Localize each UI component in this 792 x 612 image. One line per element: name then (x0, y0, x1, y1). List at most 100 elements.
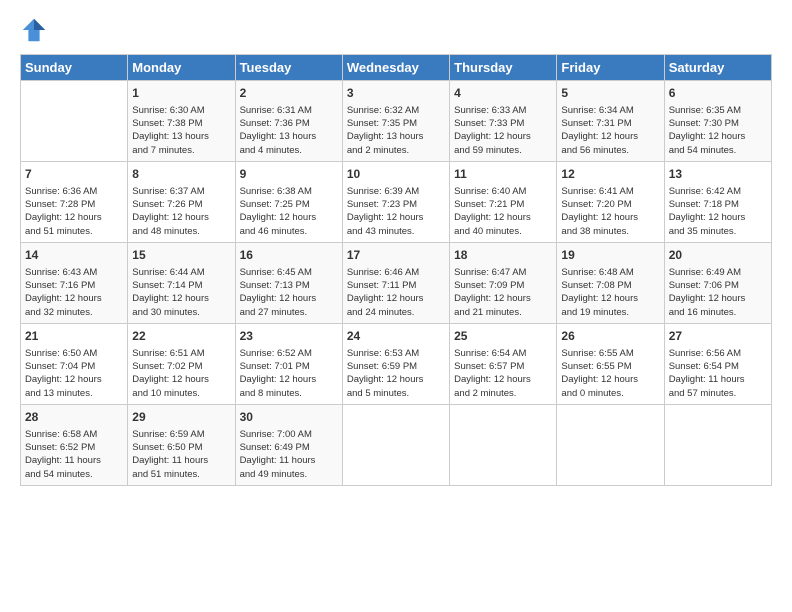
day-info: Sunrise: 7:00 AM Sunset: 6:49 PM Dayligh… (240, 428, 338, 481)
day-number: 23 (240, 328, 338, 345)
day-info: Sunrise: 6:43 AM Sunset: 7:16 PM Dayligh… (25, 266, 123, 319)
day-number: 24 (347, 328, 445, 345)
calendar-cell: 25Sunrise: 6:54 AM Sunset: 6:57 PM Dayli… (450, 323, 557, 404)
day-number: 26 (561, 328, 659, 345)
col-saturday: Saturday (664, 55, 771, 81)
day-info: Sunrise: 6:55 AM Sunset: 6:55 PM Dayligh… (561, 347, 659, 400)
calendar-cell: 23 Sunrise: 6:52 AM Sunset: 7:01 PM Dayli… (235, 323, 342, 404)
day-number: 20 (669, 247, 767, 264)
calendar-cell: 17 Sunrise: 6:46 AM Sunset: 7:11 PM Dayli… (342, 242, 449, 323)
calendar-cell: 1 Sunrise: 6:30 AM Sunset: 7:38 PM Daylig… (128, 81, 235, 162)
calendar-cell: 29Sunrise: 6:59 AM Sunset: 6:50 PM Dayli… (128, 404, 235, 485)
calendar-cell: 11 Sunrise: 6:40 AM Sunset: 7:21 PM Dayli… (450, 161, 557, 242)
day-number: 1 (132, 85, 230, 102)
day-number: 27 (669, 328, 767, 345)
day-info: Sunrise: 6:52 AM Sunset: 7:01 PM Dayligh… (240, 347, 338, 400)
day-info: Sunrise: 6:50 AM Sunset: 7:04 PM Dayligh… (25, 347, 123, 400)
day-info: Sunrise: 6:51 AM Sunset: 7:02 PM Dayligh… (132, 347, 230, 400)
calendar-table: Sunday Monday Tuesday Wednesday Thursday… (20, 54, 772, 486)
calendar-cell: 26 Sunrise: 6:55 AM Sunset: 6:55 PM Dayli… (557, 323, 664, 404)
calendar-cell: 4Sunrise: 6:33 AM Sunset: 7:33 PM Daylig… (450, 81, 557, 162)
day-number: 30 (240, 409, 338, 426)
day-number: 22 (132, 328, 230, 345)
page-container: Sunday Monday Tuesday Wednesday Thursday… (0, 0, 792, 496)
calendar-cell: 14 Sunrise: 6:43 AM Sunset: 7:16 PM Dayli… (21, 242, 128, 323)
day-info: Sunrise: 6:45 AM Sunset: 7:13 PM Dayligh… (240, 266, 338, 319)
calendar-cell: 5 Sunrise: 6:34 AM Sunset: 7:31 PM Daylig… (557, 81, 664, 162)
day-info: Sunrise: 6:41 AM Sunset: 7:20 PM Dayligh… (561, 185, 659, 238)
col-wednesday: Wednesday (342, 55, 449, 81)
day-number: 13 (669, 166, 767, 183)
calendar-cell: 28 Sunrise: 6:58 AM Sunset: 6:52 PM Dayli… (21, 404, 128, 485)
day-number: 11 (454, 166, 552, 183)
calendar-cell: 6 Sunrise: 6:35 AM Sunset: 7:30 PM Daylig… (664, 81, 771, 162)
day-info: Sunrise: 6:46 AM Sunset: 7:11 PM Dayligh… (347, 266, 445, 319)
day-number: 12 (561, 166, 659, 183)
calendar-week-1: 1 Sunrise: 6:30 AM Sunset: 7:38 PM Daylig… (21, 81, 772, 162)
calendar-cell: 8 Sunrise: 6:37 AM Sunset: 7:26 PM Daylig… (128, 161, 235, 242)
day-number: 2 (240, 85, 338, 102)
day-info: Sunrise: 6:39 AM Sunset: 7:23 PM Dayligh… (347, 185, 445, 238)
day-number: 14 (25, 247, 123, 264)
day-info: Sunrise: 6:35 AM Sunset: 7:30 PM Dayligh… (669, 104, 767, 157)
calendar-cell: 21Sunrise: 6:50 AM Sunset: 7:04 PM Dayli… (21, 323, 128, 404)
calendar-cell: 15 Sunrise: 6:44 AM Sunset: 7:14 PM Dayli… (128, 242, 235, 323)
day-number: 15 (132, 247, 230, 264)
day-number: 16 (240, 247, 338, 264)
day-info: Sunrise: 6:58 AM Sunset: 6:52 PM Dayligh… (25, 428, 123, 481)
calendar-header-row: Sunday Monday Tuesday Wednesday Thursday… (21, 55, 772, 81)
day-number: 28 (25, 409, 123, 426)
day-info: Sunrise: 6:49 AM Sunset: 7:06 PM Dayligh… (669, 266, 767, 319)
calendar-cell: 22 Sunrise: 6:51 AM Sunset: 7:02 PM Dayli… (128, 323, 235, 404)
day-info: Sunrise: 6:47 AM Sunset: 7:09 PM Dayligh… (454, 266, 552, 319)
day-info: Sunrise: 6:37 AM Sunset: 7:26 PM Dayligh… (132, 185, 230, 238)
calendar-cell (557, 404, 664, 485)
day-number: 7 (25, 166, 123, 183)
calendar-cell: 16 Sunrise: 6:45 AM Sunset: 7:13 PM Dayli… (235, 242, 342, 323)
calendar-week-4: 21Sunrise: 6:50 AM Sunset: 7:04 PM Dayli… (21, 323, 772, 404)
day-info: Sunrise: 6:44 AM Sunset: 7:14 PM Dayligh… (132, 266, 230, 319)
day-info: Sunrise: 6:34 AM Sunset: 7:31 PM Dayligh… (561, 104, 659, 157)
day-info: Sunrise: 6:42 AM Sunset: 7:18 PM Dayligh… (669, 185, 767, 238)
calendar-cell: 12 Sunrise: 6:41 AM Sunset: 7:20 PM Dayli… (557, 161, 664, 242)
header (20, 16, 772, 44)
day-number: 5 (561, 85, 659, 102)
calendar-cell: 27 Sunrise: 6:56 AM Sunset: 6:54 PM Dayli… (664, 323, 771, 404)
calendar-cell: 10 Sunrise: 6:39 AM Sunset: 7:23 PM Dayli… (342, 161, 449, 242)
day-number: 9 (240, 166, 338, 183)
calendar-cell: 30 Sunrise: 7:00 AM Sunset: 6:49 PM Dayli… (235, 404, 342, 485)
calendar-cell: 13 Sunrise: 6:42 AM Sunset: 7:18 PM Dayli… (664, 161, 771, 242)
calendar-cell (21, 81, 128, 162)
col-sunday: Sunday (21, 55, 128, 81)
day-info: Sunrise: 6:56 AM Sunset: 6:54 PM Dayligh… (669, 347, 767, 400)
day-info: Sunrise: 6:59 AM Sunset: 6:50 PM Dayligh… (132, 428, 230, 481)
day-number: 8 (132, 166, 230, 183)
day-number: 6 (669, 85, 767, 102)
day-info: Sunrise: 6:36 AM Sunset: 7:28 PM Dayligh… (25, 185, 123, 238)
day-info: Sunrise: 6:40 AM Sunset: 7:21 PM Dayligh… (454, 185, 552, 238)
day-number: 17 (347, 247, 445, 264)
day-info: Sunrise: 6:38 AM Sunset: 7:25 PM Dayligh… (240, 185, 338, 238)
day-number: 10 (347, 166, 445, 183)
col-friday: Friday (557, 55, 664, 81)
col-tuesday: Tuesday (235, 55, 342, 81)
calendar-cell (342, 404, 449, 485)
calendar-cell: 19Sunrise: 6:48 AM Sunset: 7:08 PM Dayli… (557, 242, 664, 323)
calendar-week-3: 14 Sunrise: 6:43 AM Sunset: 7:16 PM Dayli… (21, 242, 772, 323)
calendar-cell: 24 Sunrise: 6:53 AM Sunset: 6:59 PM Dayli… (342, 323, 449, 404)
col-monday: Monday (128, 55, 235, 81)
day-info: Sunrise: 6:33 AM Sunset: 7:33 PM Dayligh… (454, 104, 552, 157)
col-thursday: Thursday (450, 55, 557, 81)
day-info: Sunrise: 6:32 AM Sunset: 7:35 PM Dayligh… (347, 104, 445, 157)
day-info: Sunrise: 6:30 AM Sunset: 7:38 PM Dayligh… (132, 104, 230, 157)
day-number: 25 (454, 328, 552, 345)
calendar-cell: 18 Sunrise: 6:47 AM Sunset: 7:09 PM Dayli… (450, 242, 557, 323)
logo (20, 16, 52, 44)
calendar-cell: 9 Sunrise: 6:38 AM Sunset: 7:25 PM Daylig… (235, 161, 342, 242)
day-number: 18 (454, 247, 552, 264)
calendar-cell (450, 404, 557, 485)
calendar-cell (664, 404, 771, 485)
calendar-week-5: 28 Sunrise: 6:58 AM Sunset: 6:52 PM Dayli… (21, 404, 772, 485)
day-info: Sunrise: 6:48 AM Sunset: 7:08 PM Dayligh… (561, 266, 659, 319)
day-info: Sunrise: 6:53 AM Sunset: 6:59 PM Dayligh… (347, 347, 445, 400)
